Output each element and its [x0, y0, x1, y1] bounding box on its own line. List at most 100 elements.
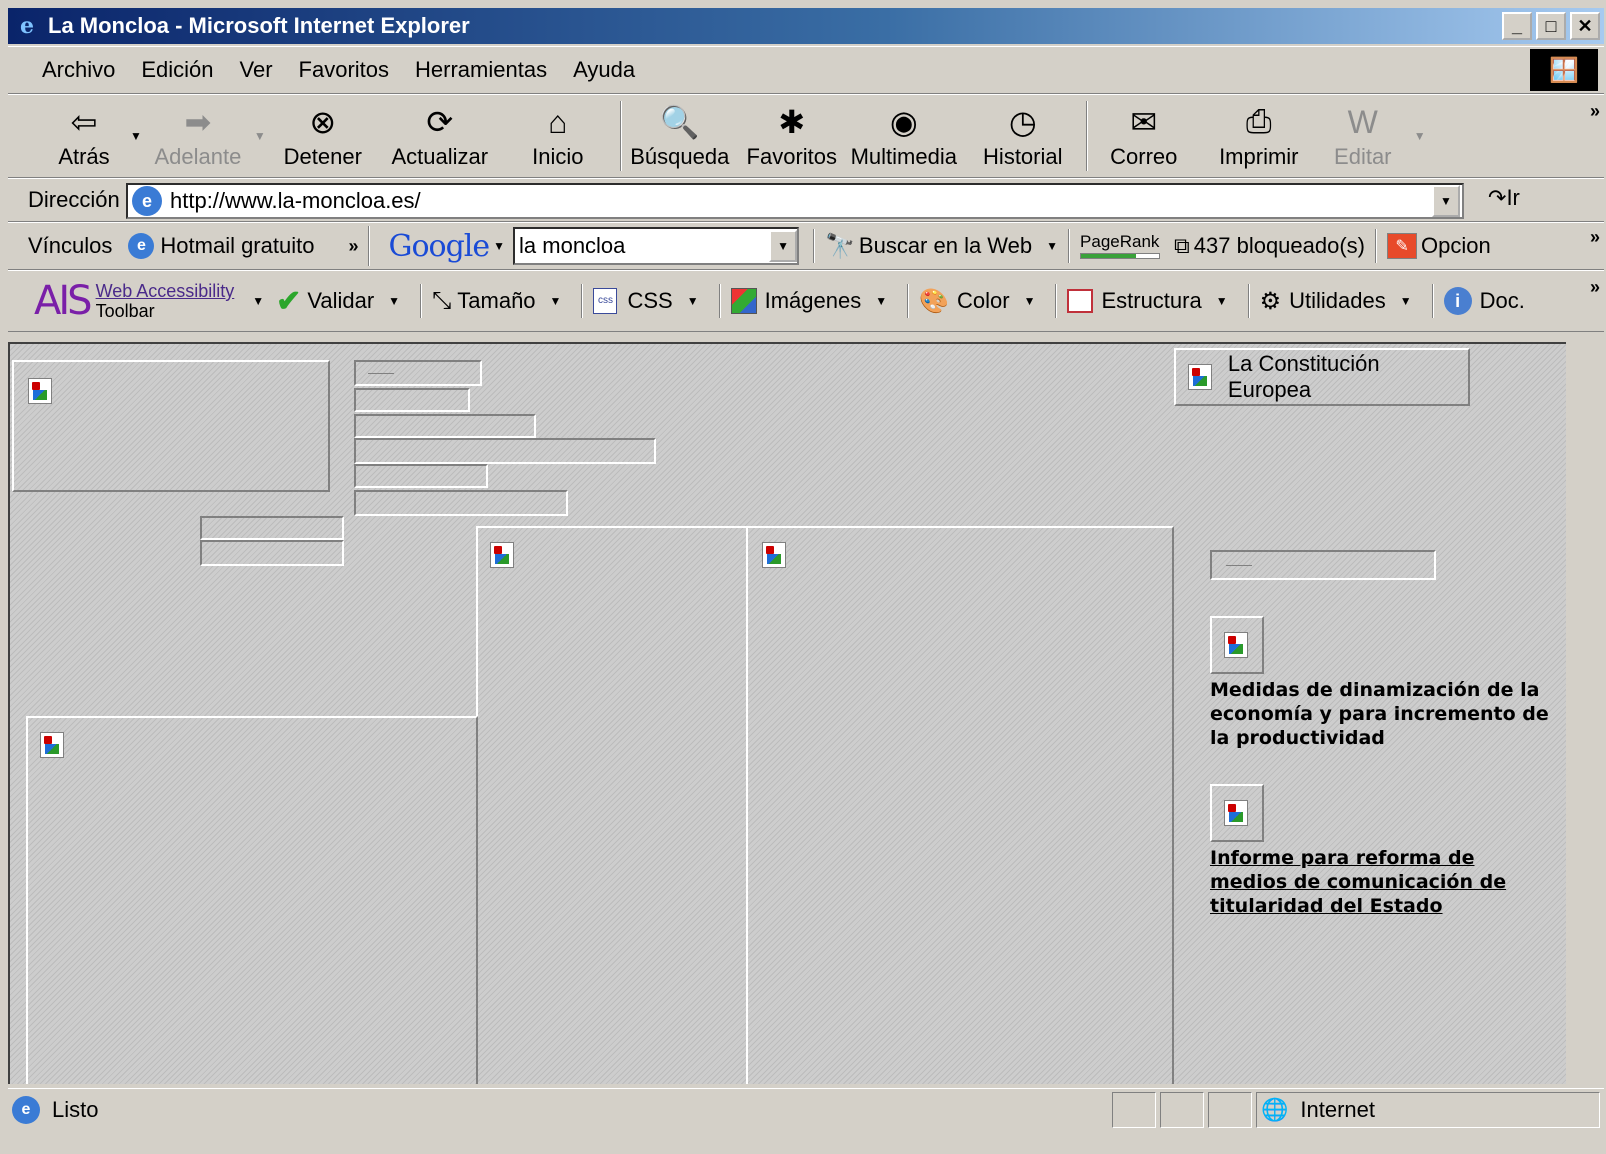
sidebar-search-field[interactable]: [1210, 550, 1436, 580]
content-column-2: [746, 526, 1174, 1084]
close-button[interactable]: ✕: [1570, 12, 1600, 40]
ais-overflow-icon[interactable]: »: [1590, 277, 1600, 298]
nav-cell[interactable]: [354, 360, 482, 386]
ais-menu-dropdown-icon[interactable]: ▼: [252, 294, 264, 308]
menu-favoritos[interactable]: Favoritos: [299, 57, 389, 83]
forward-dropdown-icon[interactable]: ▼: [254, 129, 266, 143]
google-query-dropdown-icon[interactable]: ▼: [769, 230, 798, 262]
nav-cell[interactable]: [200, 516, 344, 540]
go-button[interactable]: ↷Ir: [1488, 185, 1520, 211]
stop-button[interactable]: ⊗ Detener: [278, 96, 368, 176]
printer-icon: ⎙: [1245, 103, 1272, 139]
images-button[interactable]: Imágenes ▼: [730, 288, 894, 314]
google-logo[interactable]: Google: [388, 229, 490, 264]
window-controls: _ □ ✕: [1500, 12, 1600, 40]
menu-archivo[interactable]: Archivo: [42, 57, 115, 83]
menu-ver[interactable]: Ver: [240, 57, 273, 83]
links-google-bar: Vínculos e Hotmail gratuito » Google ▼ l…: [8, 222, 1604, 270]
broken-image-icon: [1188, 364, 1212, 390]
ais-title[interactable]: Web Accessibility Toolbar: [96, 281, 235, 321]
nav-cell[interactable]: [354, 438, 656, 464]
structure-label: Estructura: [1101, 288, 1202, 313]
validate-button[interactable]: ✔ Validar ▼: [276, 284, 406, 319]
nav-cell[interactable]: [354, 388, 470, 412]
toolbar-separator: [718, 284, 721, 318]
search-web-dropdown-icon[interactable]: ▼: [1046, 239, 1058, 253]
page-viewport[interactable]: La Constitución Europea Medidas de dinam…: [8, 342, 1566, 1084]
menu-herramientas[interactable]: Herramientas: [415, 57, 547, 83]
utilities-button[interactable]: ⚙ Utilidades ▼: [1260, 287, 1418, 316]
popup-blocked-count[interactable]: 437 bloqueado(s): [1194, 233, 1365, 259]
news-item-2-link[interactable]: Informe para reforma de medios de comuni…: [1210, 846, 1530, 918]
broken-image-icon[interactable]: [40, 732, 64, 758]
address-input[interactable]: e http://www.la-moncloa.es/ ▼: [126, 183, 1464, 219]
google-search-input[interactable]: la moncloa ▼: [513, 227, 800, 265]
palette-icon: 🎨: [919, 287, 949, 315]
css-label: CSS: [627, 288, 673, 313]
history-button[interactable]: ◷ Historial: [980, 96, 1066, 176]
links-overflow-icon[interactable]: »: [348, 236, 358, 257]
broken-image-icon: [1224, 800, 1248, 826]
size-button[interactable]: ⤡ Tamaño ▼: [432, 287, 567, 315]
address-dropdown-icon[interactable]: ▼: [1432, 185, 1460, 217]
edit-button[interactable]: W Editar: [1328, 96, 1398, 176]
nav-cell[interactable]: [200, 540, 344, 566]
google-overflow-icon[interactable]: »: [1590, 227, 1600, 248]
refresh-button[interactable]: ⟳ Actualizar: [384, 96, 496, 176]
hotmail-icon: e: [128, 233, 155, 259]
print-button[interactable]: ⎙ Imprimir: [1214, 96, 1304, 176]
constitution-banner[interactable]: La Constitución Europea: [1174, 348, 1470, 406]
favorites-label: Favoritos: [746, 144, 838, 169]
news-thumbnail-2[interactable]: [1210, 784, 1264, 842]
print-label: Imprimir: [1219, 144, 1299, 169]
security-zone[interactable]: 🌐 Internet: [1256, 1091, 1600, 1128]
options-button[interactable]: Opcion: [1421, 233, 1491, 259]
minimize-button[interactable]: _: [1502, 12, 1532, 40]
color-button[interactable]: 🎨 Color ▼: [919, 287, 1041, 316]
toolbar-separator: [368, 226, 371, 266]
structure-dropdown-icon: ▼: [1215, 294, 1228, 308]
hotmail-link[interactable]: Hotmail gratuito: [160, 233, 314, 259]
mail-button[interactable]: ✉ Correo: [1104, 96, 1184, 176]
doc-button[interactable]: i Doc.: [1443, 287, 1525, 315]
binoculars-icon: 🔭: [825, 232, 855, 260]
broken-image-icon[interactable]: [490, 542, 514, 568]
google-menu-icon[interactable]: ▼: [493, 239, 505, 253]
standard-toolbar: ⇦ Atrás ▼ ➡ Adelante ▼ ⊗ Detener ⟳ Actua…: [8, 94, 1604, 178]
go-arrow-icon: ↷: [1488, 185, 1507, 210]
css-dropdown-icon: ▼: [686, 294, 699, 308]
nav-cell[interactable]: [354, 464, 488, 488]
toolbar-separator: [907, 284, 910, 318]
ais-title-line2: Toolbar: [95, 301, 155, 321]
structure-button[interactable]: Estructura ▼: [1067, 288, 1233, 314]
pagerank-meter[interactable]: PageRank: [1080, 233, 1161, 259]
css-button[interactable]: css CSS ▼: [593, 288, 704, 314]
news-thumbnail-1[interactable]: [1210, 616, 1264, 674]
maximize-button[interactable]: □: [1536, 12, 1566, 40]
doc-label: Doc.: [1479, 288, 1525, 313]
back-button[interactable]: ⇦ Atrás: [44, 96, 124, 176]
home-button[interactable]: ⌂ Inicio: [518, 96, 598, 176]
favorites-button[interactable]: ✱ Favoritos: [744, 96, 840, 176]
back-dropdown-icon[interactable]: ▼: [130, 129, 142, 143]
forward-button[interactable]: ➡ Adelante: [148, 96, 248, 176]
status-cell: [1112, 1091, 1156, 1128]
broken-image-icon[interactable]: [762, 542, 786, 568]
ais-logo[interactable]: AIS: [34, 278, 93, 324]
nav-cell[interactable]: [354, 490, 568, 516]
media-button[interactable]: ◉ Multimedia: [850, 96, 958, 176]
toolbar-separator: [1431, 284, 1434, 318]
menu-ayuda[interactable]: Ayuda: [573, 57, 635, 83]
search-button[interactable]: 🔍 Búsqueda: [628, 96, 732, 176]
nav-cell[interactable]: [354, 414, 536, 438]
title-bar[interactable]: e La Moncloa - Microsoft Internet Explor…: [8, 8, 1604, 44]
broken-image-icon[interactable]: [28, 378, 52, 404]
search-web-button[interactable]: Buscar en la Web: [859, 233, 1032, 259]
toolbar-overflow-icon[interactable]: »: [1590, 101, 1600, 122]
edit-dropdown-icon[interactable]: ▼: [1414, 129, 1426, 143]
back-arrow-icon: ⇦: [70, 104, 98, 140]
validate-label: Validar: [307, 288, 375, 313]
search-icon: 🔍: [659, 104, 700, 140]
window-title: La Moncloa - Microsoft Internet Explorer: [48, 13, 470, 38]
menu-edicion[interactable]: Edición: [141, 57, 213, 83]
